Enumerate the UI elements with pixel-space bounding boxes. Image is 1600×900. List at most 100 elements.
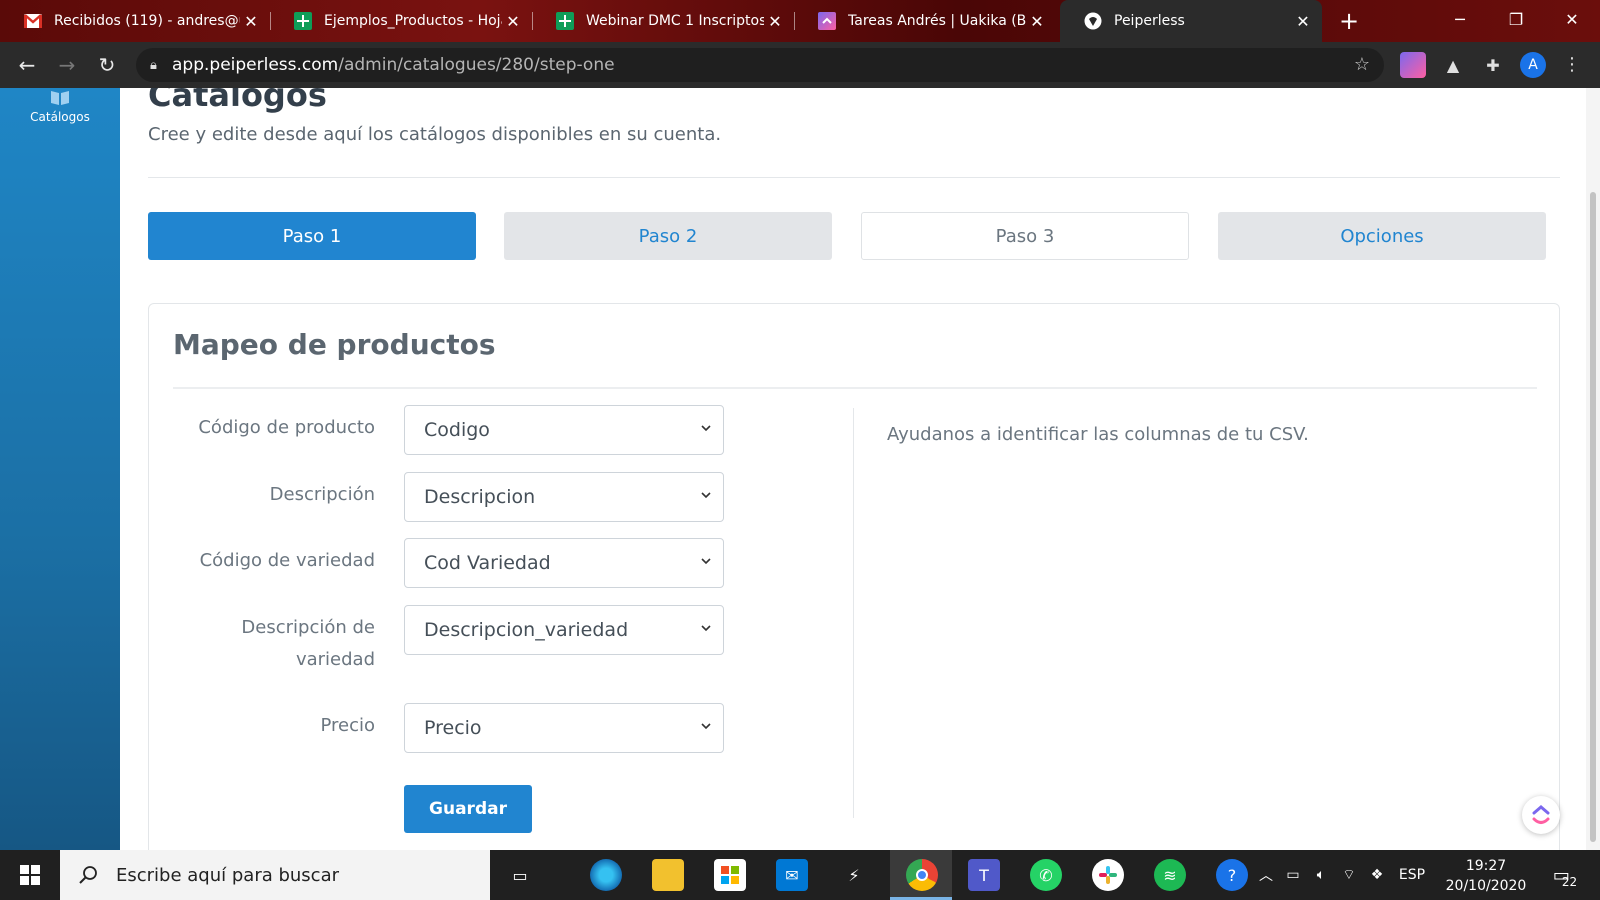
notification-icon: ▭ [1552,864,1570,886]
scrollbar-thumb[interactable] [1590,192,1596,842]
variety-description-select[interactable]: Descripcion_variedad [404,605,724,655]
select-value: Descripcion [424,486,536,508]
chevron-down-icon [701,425,711,432]
task-view-icon[interactable]: ▭ [504,859,536,891]
bookmark-star-icon[interactable]: ☆ [1354,54,1370,75]
lock-icon: 🔒︎ [150,57,157,73]
field-labels: Código de producto Descripción Código de… [173,304,375,850]
gmail-icon [24,12,42,30]
close-icon[interactable]: ✕ [240,12,262,31]
clock-time: 19:27 [1465,858,1507,874]
whatsapp-icon[interactable]: ✆ [1030,859,1062,891]
tab-title: Webinar DMC 1 Inscriptos.x [586,13,764,29]
price-select[interactable]: Precio [404,703,724,753]
clickup-icon [1532,805,1550,824]
reload-icon[interactable]: ↻ [92,50,122,80]
select-value: Cod Variedad [424,552,551,574]
notifications-button[interactable]: ▭ 22 [1546,850,1586,900]
step-tab-3[interactable]: Paso 3 [861,212,1189,260]
url-path: /admin/catalogues/280/step-one [338,55,615,75]
help-icon[interactable]: ? [1216,859,1248,891]
page-scrollbar[interactable] [1586,88,1600,850]
wifi-icon[interactable]: ⌔ [1336,850,1362,900]
page-subtitle: Cree y edite desde aquí los catálogos di… [148,124,722,145]
close-icon[interactable]: ✕ [1026,12,1048,31]
tab-sheets-productos[interactable]: Ejemplos_Productos - Hoja ✕ [270,0,532,42]
spotify-icon[interactable]: ≋ [1154,859,1186,891]
store-icon[interactable] [714,859,746,891]
menu-kebab-icon[interactable]: ⋮ [1562,52,1582,78]
close-icon[interactable]: ✕ [764,12,786,31]
divider [148,177,1560,178]
label-description: Descripción [269,484,375,505]
tab-clickup[interactable]: Tareas Andrés | Uakika (Boa ✕ [794,0,1056,42]
save-button[interactable]: Guardar [404,785,532,833]
clickup-icon [818,12,836,30]
select-value: Codigo [424,419,490,441]
tab-title: Peiperless [1114,13,1185,29]
forward-arrow-icon[interactable]: → [52,50,82,80]
clock-date: 20/10/2020 [1445,878,1527,894]
select-value: Precio [424,717,482,739]
product-code-select[interactable]: Codigo [404,405,724,455]
clickup-extension-icon[interactable] [1400,52,1426,78]
address-bar[interactable]: 🔒︎ app.peiperless.com/admin/catalogues/2… [136,48,1384,82]
label-price: Precio [320,715,375,736]
windows-start-button[interactable] [0,850,60,900]
app-lightning-icon[interactable]: ⚡︎ [838,859,870,891]
sidebar-item-catalogos[interactable]: Catálogos [0,88,120,124]
search-icon [79,866,97,884]
drive-icon[interactable]: ▲ [1440,52,1466,78]
divider [173,387,1537,389]
tab-title: Ejemplos_Productos - Hoja [324,13,502,29]
tab-gmail[interactable]: Recibidos (119) - andres@u ✕ [0,0,270,42]
close-window-icon[interactable]: ✕ [1544,0,1600,38]
system-clock[interactable]: 19:27 20/10/2020 [1436,856,1536,896]
app-page: Catálogos Catálogos Cree y edite desde a… [0,88,1600,850]
mail-icon[interactable]: ✉ [776,859,808,891]
browser-toolbar: ← → ↻ 🔒︎ app.peiperless.com/admin/catalo… [0,42,1600,88]
step-tab-1[interactable]: Paso 1 [148,212,476,260]
chevron-down-icon [701,625,711,632]
sidebar: Catálogos [0,88,120,850]
tab-sheets-webinar[interactable]: Webinar DMC 1 Inscriptos.x ✕ [532,0,794,42]
dropbox-icon[interactable]: ❖ [1364,850,1390,900]
step-tab-options[interactable]: Opciones [1218,212,1546,260]
battery-icon[interactable]: ▭ [1280,850,1306,900]
teams-icon[interactable]: T [968,859,1000,891]
peiperless-icon [1084,12,1102,30]
search-placeholder: Escribe aquí para buscar [116,864,340,886]
description-select[interactable]: Descripcion [404,472,724,522]
tab-title: Tareas Andrés | Uakika (Boa [848,13,1026,29]
sheets-icon [556,12,574,30]
restore-icon[interactable]: ❐ [1488,0,1544,38]
taskbar-search[interactable]: Escribe aquí para buscar [60,850,490,900]
minimize-icon[interactable]: ─ [1432,0,1488,38]
puzzle-extensions-icon[interactable]: ✚ [1480,52,1506,78]
slack-icon[interactable] [1092,859,1124,891]
new-tab-button[interactable]: + [1334,6,1364,36]
label-variety-code: Código de variedad [199,550,375,571]
chevron-down-icon [701,492,711,499]
file-explorer-icon[interactable] [652,859,684,891]
variety-code-select[interactable]: Cod Variedad [404,538,724,588]
windows-taskbar: Escribe aquí para buscar ▭ ✉ ⚡︎ T ✆ ≋ ? … [0,850,1600,900]
tab-peiperless[interactable]: Peiperless ✕ [1060,0,1322,42]
chevron-down-icon [701,723,711,730]
edge-icon[interactable] [590,859,622,891]
language-indicator[interactable]: ESP [1394,850,1430,900]
url-text: app.peiperless.com/admin/catalogues/280/… [172,55,615,75]
volume-icon[interactable]: 🔈︎ [1308,850,1334,900]
step-tab-2[interactable]: Paso 2 [504,212,832,260]
browser-tab-strip: Recibidos (119) - andres@u ✕ Ejemplos_Pr… [0,0,1600,42]
close-icon[interactable]: ✕ [1292,12,1314,31]
page-title: Catálogos [148,88,327,114]
clickup-floating-button[interactable] [1522,796,1560,834]
url-domain: app.peiperless.com [172,55,339,75]
close-icon[interactable]: ✕ [502,12,524,31]
profile-avatar[interactable]: A [1520,52,1546,78]
tray-chevron-up-icon[interactable]: ︿ [1254,850,1278,900]
back-arrow-icon[interactable]: ← [12,50,42,80]
chrome-icon[interactable] [906,859,938,891]
column-divider [853,408,854,818]
